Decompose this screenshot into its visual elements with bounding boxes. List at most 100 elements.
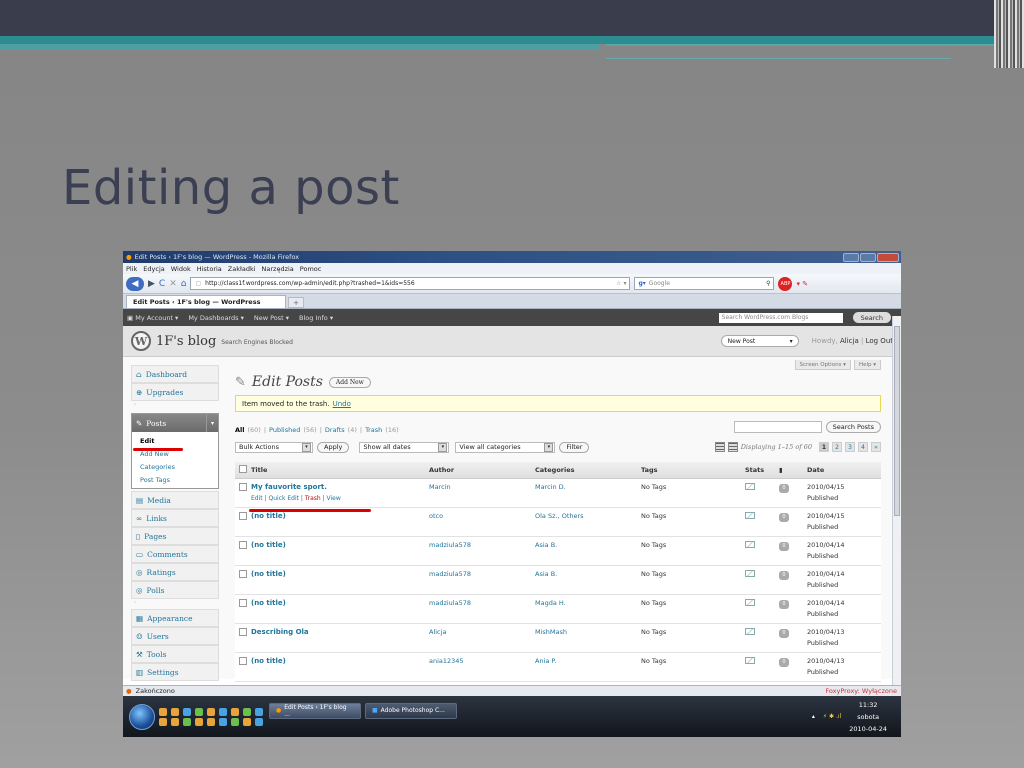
filter-trash[interactable]: Trash bbox=[365, 426, 382, 434]
sidebar-item-posts[interactable]: ✎ Posts ▾ bbox=[132, 414, 218, 432]
foxyproxy-status[interactable]: FoxyProxy: Wyłączone bbox=[825, 687, 901, 695]
stats-chart-icon[interactable] bbox=[745, 656, 755, 664]
comment-count[interactable]: 0 bbox=[779, 657, 789, 667]
adminbar-blog-info[interactable]: Blog Info ▾ bbox=[299, 314, 333, 322]
stats-chart-icon[interactable] bbox=[745, 569, 755, 577]
quicklaunch-icon[interactable] bbox=[183, 707, 191, 716]
comment-count[interactable]: 0 bbox=[779, 570, 789, 580]
new-post-dropdown[interactable]: New Post ▾ bbox=[720, 335, 799, 347]
post-title-link[interactable]: (no title) bbox=[251, 541, 286, 549]
search-posts-button[interactable]: Search Posts bbox=[825, 421, 881, 433]
adminbar-search-input[interactable]: Search WordPress.com Blogs bbox=[718, 312, 843, 323]
post-author[interactable]: madziula578 bbox=[429, 594, 535, 624]
col-tags[interactable]: Tags bbox=[641, 462, 745, 479]
quicklaunch-icon[interactable] bbox=[159, 707, 167, 716]
post-author[interactable]: Marcin bbox=[429, 478, 535, 508]
apply-button[interactable]: Apply bbox=[317, 441, 350, 453]
comment-count[interactable]: 0 bbox=[779, 599, 789, 609]
sidebar-item-links[interactable]: ∞ Links bbox=[131, 509, 219, 527]
post-title-link[interactable]: My fauvorite sport. bbox=[251, 483, 327, 491]
tray-icons[interactable]: ⚡ ✱ .ıl bbox=[823, 713, 841, 720]
bookmark-star-icon[interactable]: ☆ ▾ bbox=[616, 280, 629, 287]
stats-chart-icon[interactable] bbox=[745, 598, 755, 606]
quicklaunch-icon[interactable] bbox=[183, 717, 191, 726]
post-categories[interactable]: Asia B. bbox=[535, 565, 641, 595]
quicklaunch-icon[interactable] bbox=[231, 717, 239, 726]
page-2[interactable]: 2 bbox=[832, 442, 842, 452]
logout-link[interactable]: Log Out bbox=[866, 337, 893, 345]
post-author[interactable]: otco bbox=[429, 507, 535, 537]
post-title-link[interactable]: (no title) bbox=[251, 570, 286, 578]
tray-arrow-icon[interactable]: ▴ bbox=[812, 713, 815, 720]
quicklaunch-icon[interactable] bbox=[219, 707, 227, 716]
select-all-checkbox[interactable] bbox=[239, 464, 247, 473]
quicklaunch-icon[interactable] bbox=[159, 717, 167, 726]
quicklaunch-icon[interactable] bbox=[243, 707, 251, 716]
menu-plik[interactable]: Plik bbox=[126, 265, 137, 273]
col-stats[interactable]: Stats bbox=[745, 462, 779, 479]
col-author[interactable]: Author bbox=[429, 462, 535, 479]
stats-chart-icon[interactable] bbox=[745, 482, 755, 490]
submenu-post-tags[interactable]: Post Tags bbox=[132, 473, 218, 486]
filter-drafts[interactable]: Drafts bbox=[325, 426, 345, 434]
search-engine-box[interactable]: g▾ Google ⚲ bbox=[634, 277, 775, 290]
page-3[interactable]: 3 bbox=[845, 442, 855, 452]
next-page[interactable]: » bbox=[871, 442, 881, 452]
quicklaunch-icon[interactable] bbox=[195, 707, 203, 716]
back-button[interactable]: ◀ bbox=[126, 276, 144, 291]
row-view-link[interactable]: View bbox=[327, 495, 341, 502]
bulk-actions-select[interactable]: Bulk Actions ▾ bbox=[235, 441, 313, 453]
filter-button[interactable]: Filter bbox=[559, 441, 590, 453]
col-title[interactable]: Title bbox=[251, 462, 429, 479]
menu-pomoc[interactable]: Pomoc bbox=[300, 265, 322, 273]
post-categories[interactable]: MishMash bbox=[535, 623, 641, 653]
sidebar-item-tools[interactable]: ⚒ Tools bbox=[131, 645, 219, 663]
start-button[interactable] bbox=[129, 703, 155, 730]
search-posts-input[interactable] bbox=[733, 421, 822, 433]
row-trash-link[interactable]: Trash bbox=[305, 495, 321, 502]
list-view-icon[interactable] bbox=[714, 442, 725, 452]
sidebar-item-dashboard[interactable]: ⌂ Dashboard bbox=[131, 365, 219, 383]
sidebar-item-users[interactable]: ☺ Users bbox=[131, 627, 219, 645]
col-date[interactable]: Date bbox=[807, 462, 881, 479]
maximize-button[interactable] bbox=[860, 252, 876, 262]
sidebar-item-media[interactable]: ▤ Media bbox=[131, 491, 219, 509]
sidebar-item-settings[interactable]: ▥ Settings bbox=[131, 663, 219, 681]
sidebar-item-ratings[interactable]: ◎ Ratings bbox=[131, 563, 219, 581]
page-scrollbar[interactable] bbox=[892, 316, 901, 692]
comment-count[interactable]: 0 bbox=[779, 512, 789, 522]
screen-options-button[interactable]: Screen Options ▾ bbox=[794, 360, 851, 370]
row-checkbox[interactable] bbox=[239, 569, 247, 578]
row-checkbox[interactable] bbox=[239, 540, 247, 549]
stats-chart-icon[interactable] bbox=[745, 627, 755, 635]
blog-name[interactable]: 1F's blog bbox=[156, 334, 216, 349]
post-author[interactable]: Alicja bbox=[429, 623, 535, 653]
quicklaunch-icon[interactable] bbox=[207, 717, 215, 726]
row-checkbox[interactable] bbox=[239, 627, 247, 636]
categories-select[interactable]: View all categories ▾ bbox=[455, 441, 556, 453]
reload-icon[interactable]: C bbox=[159, 279, 165, 289]
row-checkbox[interactable] bbox=[239, 511, 247, 520]
post-title-link[interactable]: (no title) bbox=[251, 512, 286, 520]
quicklaunch-icon[interactable] bbox=[207, 707, 215, 716]
comment-count[interactable]: 0 bbox=[779, 628, 789, 638]
menu-narzedzia[interactable]: Narzędzia bbox=[262, 265, 294, 273]
post-title-link[interactable]: (no title) bbox=[251, 599, 286, 607]
scrollbar-thumb[interactable] bbox=[894, 326, 900, 516]
adblock-icon[interactable]: ABP bbox=[778, 276, 793, 291]
quicklaunch-icon[interactable] bbox=[231, 707, 239, 716]
post-title-link[interactable]: (no title) bbox=[251, 657, 286, 665]
quicklaunch-icon[interactable] bbox=[171, 717, 179, 726]
adminbar-my-account[interactable]: ▣ My Account ▾ bbox=[127, 314, 178, 322]
dates-select[interactable]: Show all dates ▾ bbox=[359, 441, 450, 453]
menu-zakladki[interactable]: Zakładki bbox=[228, 265, 256, 273]
page-4[interactable]: 4 bbox=[858, 442, 868, 452]
sidebar-item-pages[interactable]: ▯ Pages bbox=[131, 527, 219, 545]
undo-link[interactable]: Undo bbox=[333, 400, 351, 408]
close-button[interactable] bbox=[877, 252, 899, 262]
minimize-button[interactable] bbox=[843, 252, 859, 262]
quicklaunch-icon[interactable] bbox=[255, 717, 263, 726]
help-button[interactable]: Help ▾ bbox=[853, 360, 881, 370]
comment-count[interactable]: 0 bbox=[779, 483, 789, 493]
row-checkbox[interactable] bbox=[239, 598, 247, 607]
